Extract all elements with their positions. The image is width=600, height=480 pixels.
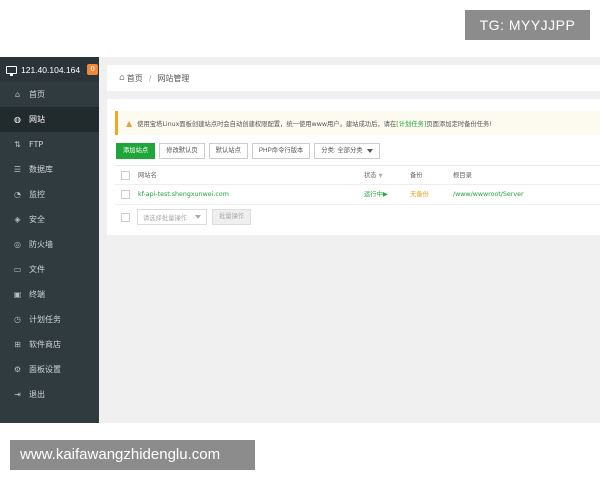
monitor-screen-icon <box>6 65 17 76</box>
site-status-toggle[interactable]: 运行中▶ <box>364 185 388 205</box>
sidebar-item-label: 终端 <box>29 290 45 299</box>
site-management-panel: ▲ 使用宝塔Linux面板创建站点时会自动创建权限配置，统一使用www用户。建站… <box>107 99 600 235</box>
add-site-button[interactable]: 添加站点 <box>116 143 156 159</box>
sidebar-item-label: 软件商店 <box>29 340 61 349</box>
row-checkbox[interactable] <box>121 190 130 199</box>
sidebar-item-label: 数据库 <box>29 165 53 174</box>
monitor-icon: ◔ <box>14 189 21 199</box>
site-table: 网站名 状态 ▼ 备份 根目录 kf-api-test.shengxunwei.c… <box>115 165 600 205</box>
home-icon: ⌂ <box>119 73 125 83</box>
breadcrumb: ⌂ 首页 / 网站管理 <box>107 65 600 91</box>
folder-icon: ▭ <box>13 264 22 274</box>
sidebar-item-label: 退出 <box>29 390 45 399</box>
tg-label-overlay: TG: MYYJJPP <box>465 10 590 40</box>
sidebar-item-label: FTP <box>29 140 44 149</box>
sidebar-item-cron[interactable]: ◷ 计划任务 <box>0 307 99 332</box>
batch-actions: 请选择批量操作 批量操作 <box>115 209 252 225</box>
chevron-down-icon <box>366 149 373 153</box>
breadcrumb-home[interactable]: 首页 <box>127 73 143 84</box>
sidebar-item-label: 网站 <box>29 115 45 124</box>
sort-icon: ▼ <box>378 173 383 179</box>
sidebar-item-home[interactable]: ⌂ 首页 <box>0 82 99 107</box>
breadcrumb-separator: / <box>148 73 152 83</box>
sidebar-item-monitor[interactable]: ◔ 监控 <box>0 182 99 207</box>
category-select-label: 分类: 全部分类 <box>321 147 363 154</box>
sidebar-item-terminal[interactable]: ▣ 终端 <box>0 282 99 307</box>
watermark-url: www.kaifawangzhidenglu.com <box>10 440 255 470</box>
sidebar-item-label: 首页 <box>29 90 45 99</box>
clock-icon: ◷ <box>14 314 21 324</box>
server-badge: 0 <box>87 64 99 75</box>
table-row: kf-api-test.shengxunwei.com 运行中▶ 无备份 /ww… <box>115 185 600 205</box>
category-select[interactable]: 分类: 全部分类 <box>314 143 380 159</box>
logout-icon: ⇥ <box>14 389 21 399</box>
shield-icon: ◈ <box>14 214 21 224</box>
batch-operation-select[interactable]: 请选择批量操作 <box>137 209 207 225</box>
select-all-checkbox[interactable] <box>121 171 130 180</box>
header-status[interactable]: 状态 ▼ <box>364 166 382 186</box>
main-content: ⌂ 首页 / 网站管理 ▲ 使用宝塔Linux面板创建站点时会自动创建权限配置，… <box>99 57 600 423</box>
cron-task-link[interactable]: [计划任务] <box>396 119 426 128</box>
panel-app: 121.40.104.164 0 ⌂ 首页 ◍ 网站 ⇅ FTP ☰ 数据库 ◔ <box>0 57 600 423</box>
server-info[interactable]: 121.40.104.164 0 <box>0 57 99 82</box>
sidebar-item-label: 面板设置 <box>29 365 61 374</box>
sidebar-item-label: 监控 <box>29 190 45 199</box>
grid-icon: ⊞ <box>14 339 21 349</box>
breadcrumb-current: 网站管理 <box>157 73 190 83</box>
header-root-dir: 根目录 <box>453 172 472 179</box>
sidebar-item-ftp[interactable]: ⇅ FTP <box>0 132 99 157</box>
sidebar-item-logout[interactable]: ⇥ 退出 <box>0 382 99 407</box>
batch-select-all-checkbox[interactable] <box>121 212 130 222</box>
terminal-icon: ▣ <box>13 289 22 299</box>
server-ip: 121.40.104.164 <box>21 64 81 75</box>
globe-icon: ◍ <box>14 114 21 124</box>
ftp-icon: ⇅ <box>14 139 21 149</box>
sidebar-item-label: 文件 <box>29 265 45 274</box>
sidebar-item-database[interactable]: ☰ 数据库 <box>0 157 99 182</box>
settings-icon: ⚙ <box>13 364 22 374</box>
header-status-label: 状态 <box>364 172 377 179</box>
sidebar-item-label: 防火墙 <box>29 240 53 249</box>
batch-select-placeholder: 请选择批量操作 <box>143 214 188 222</box>
sidebar-item-security[interactable]: ◈ 安全 <box>0 207 99 232</box>
sidebar-item-panel-settings[interactable]: ⚙ 面板设置 <box>0 357 99 382</box>
sidebar-nav: ⌂ 首页 ◍ 网站 ⇅ FTP ☰ 数据库 ◔ 监控 ◈ 安全 ◎ 防火墙 ▭ … <box>0 82 99 407</box>
home-icon: ⌂ <box>14 89 21 99</box>
site-name-link[interactable]: kf-api-test.shengxunwei.com <box>138 185 229 205</box>
sidebar-item-firewall[interactable]: ◎ 防火墙 <box>0 232 99 257</box>
notice-text-after: 页面添加定时备份任务! <box>426 120 492 128</box>
site-toolbar: 添加站点 修改默认页 默认站点 PHP命令行版本 分类: 全部分类 <box>116 143 380 159</box>
sidebar: 121.40.104.164 0 ⌂ 首页 ◍ 网站 ⇅ FTP ☰ 数据库 ◔ <box>0 57 99 423</box>
header-site-name: 网站名 <box>138 172 157 179</box>
site-root-link[interactable]: /www/wwwroot/Server <box>453 185 524 205</box>
sidebar-item-label: 计划任务 <box>29 315 61 324</box>
notice-text-before: 使用宝塔Linux面板创建站点时会自动创建权限配置，统一使用www用户。建站成功… <box>137 120 397 128</box>
header-backup: 备份 <box>410 172 423 179</box>
table-header: 网站名 状态 ▼ 备份 根目录 <box>115 165 600 185</box>
notice-banner: ▲ 使用宝塔Linux面板创建站点时会自动创建权限配置，统一使用www用户。建站… <box>115 111 600 135</box>
firewall-icon: ◎ <box>14 239 21 249</box>
default-site-button[interactable]: 默认站点 <box>208 143 248 159</box>
warning-icon: ▲ <box>126 118 133 128</box>
database-icon: ☰ <box>13 164 22 174</box>
site-backup-link[interactable]: 无备份 <box>410 185 429 205</box>
sidebar-item-website[interactable]: ◍ 网站 <box>0 107 99 132</box>
sidebar-item-app-store[interactable]: ⊞ 软件商店 <box>0 332 99 357</box>
chevron-down-icon <box>195 215 201 219</box>
edit-default-page-button[interactable]: 修改默认页 <box>159 143 205 159</box>
sidebar-item-files[interactable]: ▭ 文件 <box>0 257 99 282</box>
php-cli-version-button[interactable]: PHP命令行版本 <box>251 143 311 159</box>
sidebar-item-label: 安全 <box>29 215 45 224</box>
batch-operation-button[interactable]: 批量操作 <box>212 209 252 225</box>
